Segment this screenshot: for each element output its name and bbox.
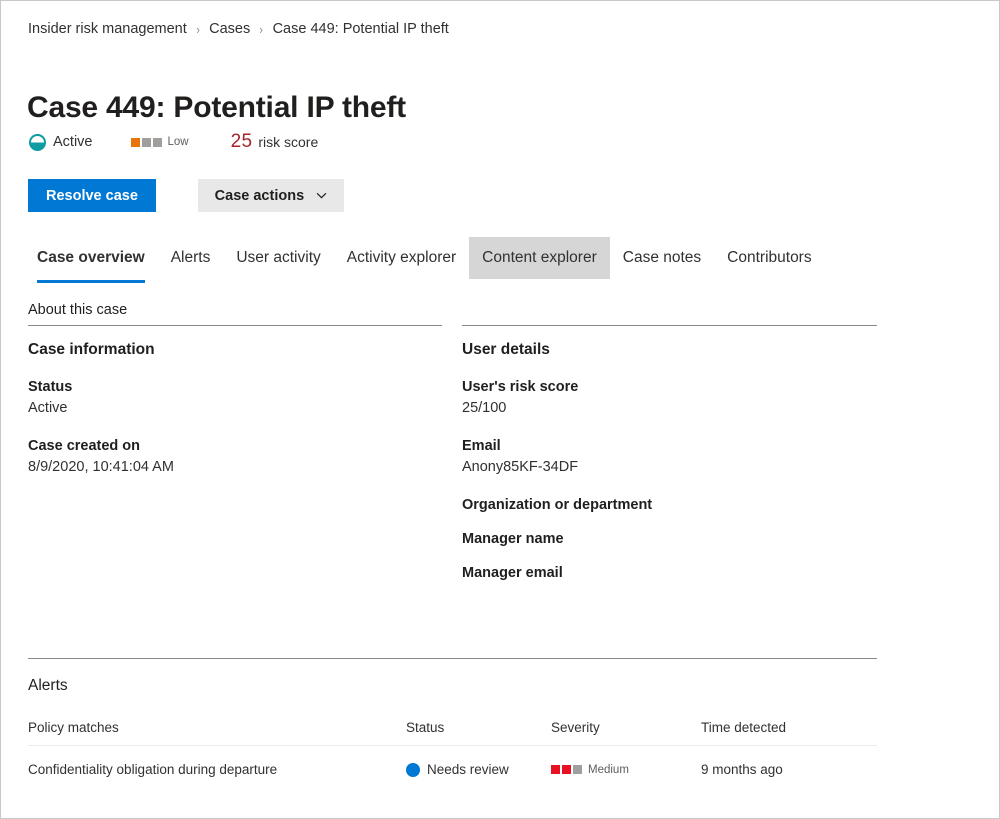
breadcrumb-item-current-case: Case 449: Potential IP theft [273,21,449,37]
breadcrumb-item-insider-risk-management[interactable]: Insider risk management [28,21,187,37]
tab-label: User activity [236,249,320,267]
table-row[interactable]: Confidentiality obligation during depart… [28,746,877,778]
table-header-row: Policy matches Status Severity Time dete… [28,720,877,746]
case-severity-indicator: Low [131,136,189,148]
column-header-policy-matches[interactable]: Policy matches [28,720,406,746]
tab-user-activity[interactable]: User activity [223,237,333,279]
section-divider-right [462,325,877,326]
field-value: 8/9/2020, 10:41:04 AM [28,457,442,478]
tab-label: Activity explorer [347,249,456,267]
tab-label: Content explorer [482,249,597,267]
tab-label: Alerts [171,249,211,267]
breadcrumb: Insider risk management › Cases › Case 4… [28,21,449,37]
insider-risk-case-page: Insider risk management › Cases › Case 4… [0,0,1000,819]
about-this-case-heading: About this case [28,302,127,318]
severity-label: Medium [588,764,629,776]
field-label: User's risk score [462,377,877,397]
field-case-created-on: Case created on 8/9/2020, 10:41:04 AM [28,436,442,478]
field-status: Status Active [28,377,442,419]
risk-score-label: risk score [258,134,318,150]
field-label: Manager name [462,529,877,549]
cell-status: Needs review [406,746,551,778]
alerts-table-header: Policy matches Status Severity Time dete… [28,720,877,746]
severity-squares-icon [131,138,162,147]
cell-severity: Medium [551,746,701,778]
case-information-title: Case information [28,341,442,359]
resolve-case-button[interactable]: Resolve case [28,179,156,212]
user-details-title: User details [462,341,877,359]
tab-label: Case notes [623,249,701,267]
page-title: Case 449: Potential IP theft [27,91,406,125]
case-tabs: Case overview Alerts User activity Activ… [28,237,825,279]
field-label: Email [462,436,877,456]
field-label: Status [28,377,442,397]
breadcrumb-item-cases[interactable]: Cases [209,21,250,37]
case-state-label: Active [53,134,93,150]
case-information-panel: Case information Status Active Case crea… [28,341,442,478]
field-value: 25/100 [462,398,877,419]
case-actions-button[interactable]: Case actions [198,179,344,212]
tab-contributors[interactable]: Contributors [714,237,824,279]
half-filled-circle-icon [29,134,46,151]
case-risk-score: 25 risk score [231,131,319,153]
field-label: Organization or department [462,495,877,515]
field-label: Case created on [28,436,442,456]
column-header-severity[interactable]: Severity [551,720,701,746]
tab-alerts[interactable]: Alerts [158,237,224,279]
alerts-heading: Alerts [28,677,68,695]
field-value: Anony85KF-34DF [462,457,877,478]
column-header-status[interactable]: Status [406,720,551,746]
cell-time-detected: 9 months ago [701,746,877,778]
tab-activity-explorer[interactable]: Activity explorer [334,237,469,279]
cell-policy-matches: Confidentiality obligation during depart… [28,746,406,778]
field-manager-name: Manager name [462,529,877,549]
case-state: Active [29,134,93,151]
column-header-time-detected[interactable]: Time detected [701,720,877,746]
field-label: Manager email [462,563,877,583]
field-email: Email Anony85KF-34DF [462,436,877,478]
field-organization-or-department: Organization or department [462,495,877,515]
severity-squares-icon [551,765,582,774]
alerts-section-divider [28,658,877,659]
case-toolbar: Resolve case Case actions [28,179,344,212]
alerts-table-body: Confidentiality obligation during depart… [28,746,877,778]
alerts-table: Policy matches Status Severity Time dete… [28,720,877,777]
case-status-strip: Active Low 25 risk score [29,131,318,153]
field-manager-email: Manager email [462,563,877,583]
breadcrumb-separator: › [196,22,199,37]
tab-case-overview[interactable]: Case overview [28,237,158,279]
user-details-panel: User details User's risk score 25/100 Em… [462,341,877,597]
tab-case-notes[interactable]: Case notes [610,237,714,279]
field-users-risk-score: User's risk score 25/100 [462,377,877,419]
section-divider-left [28,325,442,326]
case-severity-label: Low [168,136,189,148]
risk-score-value: 25 [231,131,253,153]
tab-content-explorer[interactable]: Content explorer [469,237,610,279]
breadcrumb-separator: › [260,22,263,37]
tab-label: Contributors [727,249,811,267]
status-label: Needs review [427,762,509,777]
status-dot-icon [406,763,420,777]
tab-label: Case overview [37,249,145,267]
field-value: Active [28,398,442,419]
chevron-down-icon [316,190,327,201]
case-actions-label: Case actions [215,188,304,204]
